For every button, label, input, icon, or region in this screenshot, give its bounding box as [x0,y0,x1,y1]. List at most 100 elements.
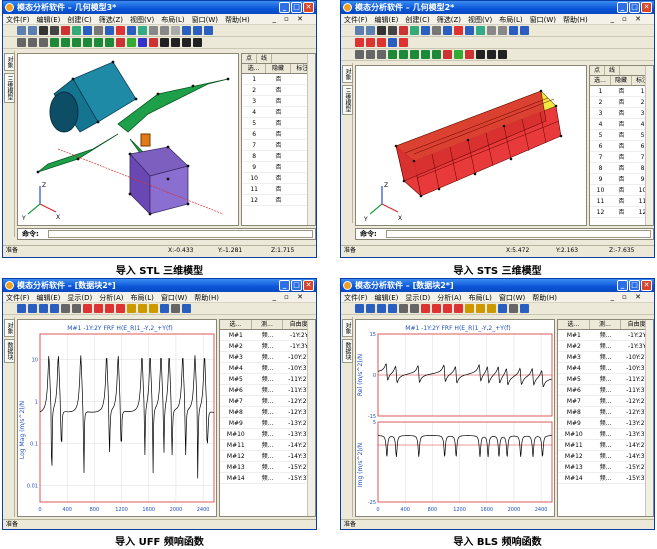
table-row[interactable]: M#13 频... -15Y:2Y [220,462,315,473]
table-row[interactable]: M#3 频... -10Y:2Y [220,352,315,363]
red-box3-icon[interactable] [377,38,386,47]
minimize-button[interactable]: _ [279,2,290,13]
close-button[interactable]: ✕ [303,280,314,291]
view-back-icon[interactable] [399,50,408,59]
table-row[interactable]: 2否2 [590,97,653,108]
table-row[interactable]: 6否 [242,129,315,140]
nyquist-icon[interactable] [487,304,496,313]
surface-icon[interactable] [138,26,147,35]
pointer-icon[interactable] [388,26,397,35]
menu-item[interactable]: 帮助(H) [194,294,219,302]
minimize-button[interactable]: _ [617,280,628,291]
maximize-button[interactable]: □ [629,2,640,13]
view-back-icon[interactable] [61,38,70,47]
table-row[interactable]: M#14 频... -15Y:3Y [558,473,653,484]
menu-item[interactable]: 编辑(E) [37,16,61,24]
table-tab[interactable]: 线 [605,66,621,75]
menu-item[interactable]: 窗口(W) [161,294,187,302]
table-row[interactable]: M#7 频... -12Y:2Y [220,396,315,407]
cursor3-icon[interactable] [39,304,48,313]
table-row[interactable]: M#7 频... -12Y:2Y [558,396,653,407]
view-iso-icon[interactable] [105,38,114,47]
table-row[interactable]: M#9 频... -13Y:2Y [558,418,653,429]
grid-view4-icon[interactable] [193,38,202,47]
select-icon[interactable] [39,26,48,35]
table-row[interactable]: M#8 频... -12Y:3Y [558,407,653,418]
menu-item[interactable]: 窗口(W) [530,16,556,24]
curve-icon[interactable] [182,304,191,313]
menu-item[interactable]: 窗口(W) [499,294,525,302]
menu-item[interactable]: 文件(F) [344,16,368,24]
table-row[interactable]: M#8 频... -12Y:3Y [220,407,315,418]
close-button[interactable]: ✕ [303,2,314,13]
maximize-button[interactable]: □ [629,280,640,291]
menu-item[interactable]: 视图(V) [130,16,154,24]
vertical-scrollbar[interactable] [645,320,653,516]
grid-view-icon[interactable] [160,38,169,47]
menu-item[interactable]: 文件(F) [344,294,368,302]
table-row[interactable]: M#4 频... -10Y:3Y [558,363,653,374]
table-row[interactable]: 4否 [242,107,315,118]
table-tab[interactable]: 线 [257,54,273,63]
zoom-icon[interactable] [72,26,81,35]
table-row[interactable]: 8否 [242,151,315,162]
table-row[interactable]: M#6 频... -11Y:3Y [558,385,653,396]
pan-icon[interactable] [28,38,37,47]
menu-item[interactable]: 分析(A) [99,294,123,302]
table-tab[interactable]: 点 [590,66,606,75]
solid-icon[interactable] [193,26,202,35]
table-row[interactable]: 10 否 [242,173,315,184]
column-header[interactable]: 隐藏 [611,76,632,85]
sphere-icon[interactable] [204,26,213,35]
table-row[interactable]: M#11 频... -14Y:2Y [558,440,653,451]
redo-icon[interactable] [366,26,375,35]
zoom-out-icon[interactable] [410,304,419,313]
table-row[interactable]: 10 否 10 [590,185,653,196]
cursor3-icon[interactable] [377,304,386,313]
rotate-icon[interactable] [17,38,26,47]
imag-icon[interactable] [432,304,441,313]
table-row[interactable]: M#1 频... -1Y:2Y [558,330,653,341]
table-row[interactable]: 9否 [242,162,315,173]
menu-item[interactable]: 筛选(Z) [99,16,123,24]
table-row[interactable]: 9否9 [590,174,653,185]
curve-icon[interactable] [160,26,169,35]
minimize-button[interactable]: _ [617,2,628,13]
red-box-icon[interactable] [355,38,364,47]
curve-icon[interactable] [498,26,507,35]
menu-item[interactable]: 分析(A) [437,294,461,302]
blue-box-icon[interactable] [388,38,397,47]
view-left-icon[interactable] [410,50,419,59]
undo-icon[interactable] [355,26,364,35]
table-row[interactable]: 5否5 [590,130,653,141]
side-tab-model[interactable]: 三维模型 [4,73,15,103]
view-right-icon[interactable] [421,50,430,59]
zoom-view-icon[interactable] [377,50,386,59]
bode-icon[interactable] [476,304,485,313]
cursor-icon[interactable] [355,304,364,313]
phase-icon[interactable] [116,304,125,313]
table-row[interactable]: 7否7 [590,152,653,163]
table-row[interactable]: 3否3 [590,108,653,119]
table-row[interactable]: 8否8 [590,163,653,174]
table-row[interactable]: M#10 频... -13Y:3Y [220,429,315,440]
table-row[interactable]: 3否 [242,96,315,107]
tools-icon[interactable] [171,304,180,313]
maximize-button[interactable]: □ [291,280,302,291]
side-tab-objects[interactable]: 对象 [342,65,353,83]
table-row[interactable]: M#12 频... -14Y:3Y [220,451,315,462]
menu-item[interactable]: 显示(D) [405,294,430,302]
table-row[interactable]: M#3 频... -10Y:2Y [558,352,653,363]
table-row[interactable]: 1否1 [590,86,653,97]
line-tool-icon[interactable] [149,26,158,35]
imag-icon[interactable] [94,304,103,313]
3d-viewport[interactable]: Z X Y [17,53,239,226]
menu-item[interactable]: 布局(L) [499,16,522,24]
red-box2-icon[interactable] [366,38,375,47]
menu-item[interactable]: 筛选(Z) [437,16,461,24]
nyquist-icon[interactable] [149,304,158,313]
grid-view2-icon[interactable] [487,50,496,59]
delete-icon[interactable] [399,26,408,35]
menu-item[interactable]: 文件(F) [6,294,30,302]
view-top-icon[interactable] [94,38,103,47]
